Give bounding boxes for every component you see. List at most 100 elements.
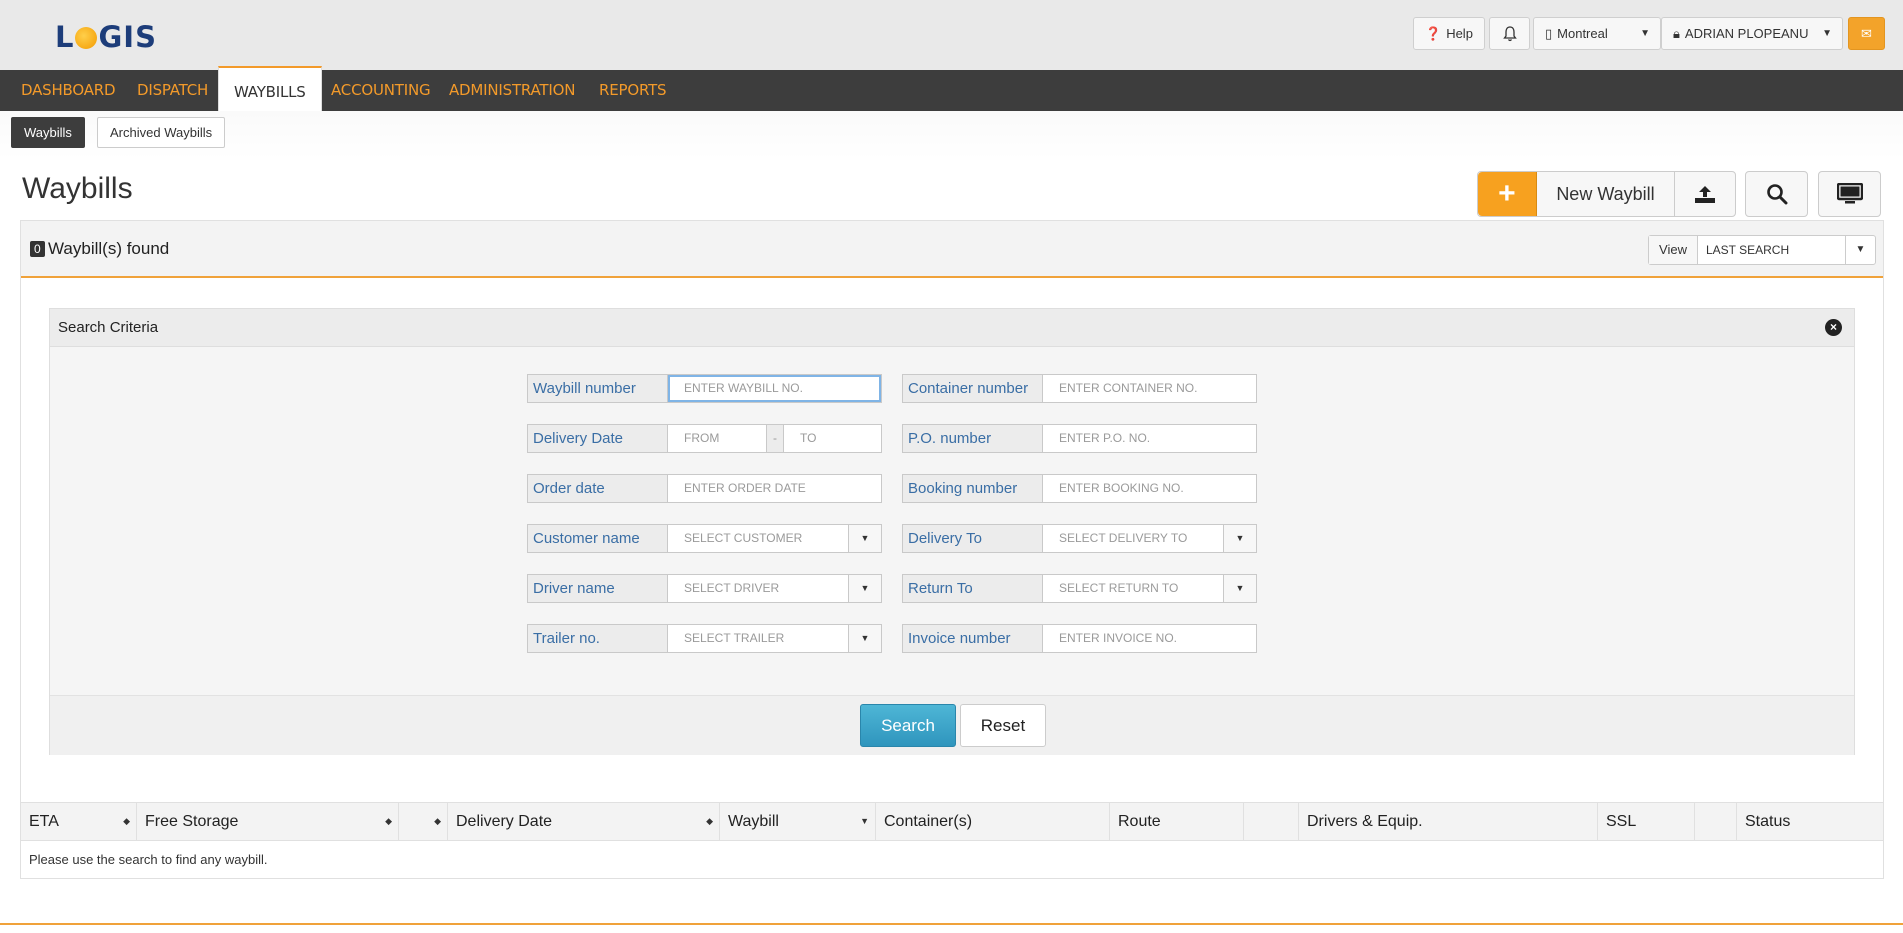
column-delivery-date[interactable]: Delivery Date ◆ bbox=[448, 803, 720, 840]
waybill-number-field: Waybill number ENTER WAYBILL NO. bbox=[527, 374, 882, 403]
nav-administration[interactable]: ADMINISTRATION bbox=[449, 70, 575, 111]
help-button[interactable]: ❓ Help bbox=[1413, 17, 1485, 50]
search-criteria-body: Waybill number ENTER WAYBILL NO. Deliver… bbox=[50, 347, 1854, 695]
logis-logo[interactable]: L GIS bbox=[55, 20, 157, 54]
help-label: Help bbox=[1446, 26, 1473, 41]
search-icon bbox=[1766, 184, 1787, 205]
upload-button[interactable] bbox=[1675, 172, 1735, 216]
column-label: ETA bbox=[29, 813, 59, 830]
question-circle-icon: ❓ bbox=[1425, 25, 1442, 41]
reset-button[interactable]: Reset bbox=[960, 704, 1046, 747]
nav-accounting[interactable]: ACCOUNTING bbox=[331, 70, 431, 111]
nav-dispatch[interactable]: DISPATCH bbox=[137, 70, 208, 111]
delivery-date-label: Delivery Date bbox=[528, 425, 668, 452]
nav-dashboard[interactable]: DASHBOARD bbox=[21, 70, 116, 111]
footer-divider bbox=[0, 923, 1903, 925]
globe-icon bbox=[75, 27, 98, 49]
plus-icon: + bbox=[1498, 177, 1516, 210]
customer-select[interactable]: SELECT CUSTOMER bbox=[668, 525, 848, 552]
return-to-label: Return To bbox=[903, 575, 1043, 602]
column-blank-2 bbox=[1244, 803, 1299, 840]
user-dropdown[interactable]: 🔒︎ ADRIAN PLOPEANU ▼ bbox=[1661, 17, 1843, 50]
messages-button[interactable]: ✉ bbox=[1848, 17, 1885, 50]
results-header: 0 Waybill(s) found View LAST SEARCH ▼ bbox=[21, 221, 1883, 278]
delivery-to-field: Delivery To SELECT DELIVERY TO ▼ bbox=[902, 524, 1257, 553]
nav-waybills[interactable]: WAYBILLS bbox=[218, 66, 322, 111]
monitor-icon bbox=[1836, 183, 1863, 204]
waybills-panel: 0 Waybill(s) found View LAST SEARCH ▼ Se… bbox=[20, 220, 1884, 879]
column-label: Waybill bbox=[728, 813, 779, 830]
po-number-input[interactable]: ENTER P.O. NO. bbox=[1043, 425, 1256, 452]
add-waybill-button[interactable]: + bbox=[1478, 172, 1537, 216]
driver-select[interactable]: SELECT DRIVER bbox=[668, 575, 848, 602]
order-date-input[interactable]: ENTER ORDER DATE bbox=[668, 475, 881, 502]
display-settings-button[interactable] bbox=[1818, 171, 1881, 217]
column-status: Status bbox=[1737, 803, 1883, 840]
sort-icon: ◆ bbox=[706, 816, 713, 826]
location-label: Montreal bbox=[1557, 26, 1608, 41]
trailer-select[interactable]: SELECT TRAILER bbox=[668, 625, 848, 652]
chevron-down-icon[interactable]: ▼ bbox=[848, 575, 881, 602]
order-date-field: Order date ENTER ORDER DATE bbox=[527, 474, 882, 503]
return-to-select[interactable]: SELECT RETURN TO bbox=[1043, 575, 1223, 602]
nav-reports[interactable]: REPORTS bbox=[599, 70, 667, 111]
trailer-no-label: Trailer no. bbox=[528, 625, 668, 652]
search-toggle-button[interactable] bbox=[1745, 171, 1808, 217]
chevron-down-icon[interactable]: ▼ bbox=[1223, 525, 1256, 552]
chevron-down-icon[interactable]: ▼ bbox=[848, 525, 881, 552]
column-label: Free Storage bbox=[145, 813, 239, 830]
location-dropdown[interactable]: ▯ Montreal ▼ bbox=[1533, 17, 1661, 50]
waybill-number-input[interactable]: ENTER WAYBILL NO. bbox=[668, 375, 881, 402]
waybill-number-label: Waybill number bbox=[528, 375, 668, 402]
chevron-down-icon: ▼ bbox=[1822, 28, 1832, 39]
container-number-field: Container number ENTER CONTAINER NO. bbox=[902, 374, 1257, 403]
main-nav: DASHBOARD DISPATCH WAYBILLS ACCOUNTING A… bbox=[0, 66, 1903, 111]
chevron-down-icon[interactable]: ▼ bbox=[1845, 236, 1875, 264]
view-select[interactable]: View LAST SEARCH ▼ bbox=[1648, 235, 1876, 265]
driver-name-label: Driver name bbox=[528, 575, 668, 602]
search-button[interactable]: Search bbox=[860, 704, 956, 747]
customer-name-label: Customer name bbox=[528, 525, 668, 552]
column-blank-1[interactable]: ◆ bbox=[399, 803, 448, 840]
view-value[interactable]: LAST SEARCH bbox=[1698, 236, 1845, 264]
invoice-number-input[interactable]: ENTER INVOICE NO. bbox=[1043, 625, 1256, 652]
bell-icon bbox=[1502, 25, 1517, 41]
search-criteria-box: Search Criteria × Waybill number ENTER W… bbox=[49, 308, 1855, 755]
column-label: Drivers & Equip. bbox=[1307, 813, 1423, 830]
delivery-date-from-input[interactable]: FROM bbox=[668, 425, 766, 452]
column-label: Route bbox=[1118, 813, 1161, 830]
subtab-archived-waybills[interactable]: Archived Waybills bbox=[97, 117, 226, 148]
column-eta[interactable]: ETA ◆ bbox=[21, 803, 137, 840]
results-count-text: Waybill(s) found bbox=[48, 239, 170, 258]
new-waybill-group: + New Waybill bbox=[1477, 171, 1736, 217]
delivery-date-field: Delivery Date FROM - TO bbox=[527, 424, 882, 453]
delivery-to-label: Delivery To bbox=[903, 525, 1043, 552]
column-label: Container(s) bbox=[884, 813, 973, 830]
delivery-to-select[interactable]: SELECT DELIVERY TO bbox=[1043, 525, 1223, 552]
column-free-storage[interactable]: Free Storage ◆ bbox=[137, 803, 399, 840]
new-waybill-button[interactable]: New Waybill bbox=[1537, 172, 1676, 216]
po-number-label: P.O. number bbox=[903, 425, 1043, 452]
column-label: Delivery Date bbox=[456, 813, 553, 830]
close-icon[interactable]: × bbox=[1825, 319, 1842, 336]
trailer-no-field: Trailer no. SELECT TRAILER ▼ bbox=[527, 624, 882, 653]
chevron-down-icon[interactable]: ▼ bbox=[1223, 575, 1256, 602]
notifications-button[interactable] bbox=[1489, 17, 1530, 50]
column-waybill[interactable]: Waybill ▼ bbox=[720, 803, 876, 840]
search-criteria-footer: Search Reset bbox=[50, 695, 1854, 755]
order-date-label: Order date bbox=[528, 475, 668, 502]
delivery-date-to-input[interactable]: TO bbox=[784, 425, 881, 452]
sort-icon: ◆ bbox=[434, 816, 441, 826]
grid-header: ETA ◆ Free Storage ◆ ◆ Delivery Date ◆ Wayb… bbox=[21, 802, 1883, 841]
booking-number-label: Booking number bbox=[903, 475, 1043, 502]
column-route: Route bbox=[1110, 803, 1244, 840]
column-drivers-equip: Drivers & Equip. bbox=[1299, 803, 1598, 840]
customer-name-field: Customer name SELECT CUSTOMER ▼ bbox=[527, 524, 882, 553]
driver-name-field: Driver name SELECT DRIVER ▼ bbox=[527, 574, 882, 603]
chevron-down-icon[interactable]: ▼ bbox=[848, 625, 881, 652]
po-number-field: P.O. number ENTER P.O. NO. bbox=[902, 424, 1257, 453]
container-number-input[interactable]: ENTER CONTAINER NO. bbox=[1043, 375, 1256, 402]
column-containers: Container(s) bbox=[876, 803, 1110, 840]
subtab-waybills[interactable]: Waybills bbox=[11, 117, 85, 148]
booking-number-input[interactable]: ENTER BOOKING NO. bbox=[1043, 475, 1256, 502]
